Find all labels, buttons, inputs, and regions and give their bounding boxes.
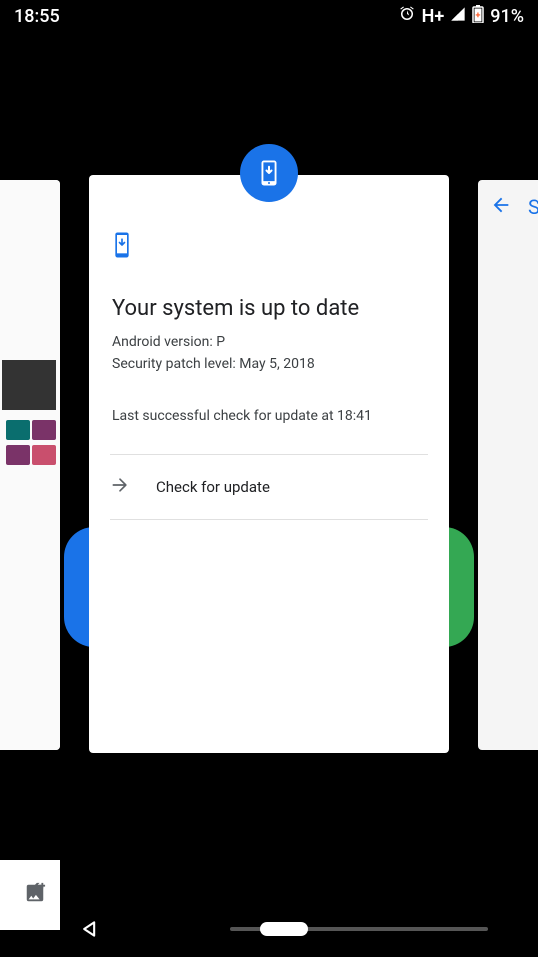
network-type-label: H+: [422, 6, 445, 27]
right-card-title: S: [528, 195, 538, 219]
home-pill[interactable]: [260, 922, 308, 936]
arrow-right-icon: [110, 475, 130, 499]
last-check-line: Last successful check for update at 18:4…: [112, 408, 426, 424]
phone-download-icon: [112, 231, 132, 263]
app-badge: [240, 144, 298, 202]
recent-card-left-text: e res or esome!: [0, 685, 60, 774]
status-icons: H+ + 91%: [398, 5, 524, 28]
battery-icon: +: [472, 5, 484, 28]
status-time: 18:55: [14, 6, 60, 27]
recent-card-left[interactable]: [0, 180, 60, 750]
page-title: Your system is up to date: [112, 295, 426, 324]
check-for-update-button[interactable]: Check for update: [110, 454, 428, 520]
back-button[interactable]: [40, 919, 140, 939]
battery-percent: 91%: [490, 6, 524, 27]
triangle-back-icon: [80, 919, 100, 939]
navigation-bar: [0, 919, 538, 939]
system-update-card: Your system is up to date Android versio…: [89, 175, 449, 753]
arrow-left-icon[interactable]: [490, 194, 512, 220]
check-for-update-label: Check for update: [156, 478, 270, 496]
signal-icon: [450, 6, 466, 27]
add-image-icon[interactable]: [24, 882, 46, 908]
status-bar: 18:55 H+ + 91%: [0, 0, 538, 32]
security-patch-line: Security patch level: May 5, 2018: [112, 356, 426, 372]
alarm-icon: [398, 5, 416, 28]
android-version-line: Android version: P: [112, 334, 426, 350]
recent-card-right[interactable]: S S T b W h ri: [478, 180, 538, 750]
svg-text:+: +: [476, 11, 481, 21]
phone-download-icon: [254, 158, 284, 188]
right-card-body: S T b W h ri: [478, 234, 538, 398]
home-pill-track[interactable]: [230, 927, 488, 931]
